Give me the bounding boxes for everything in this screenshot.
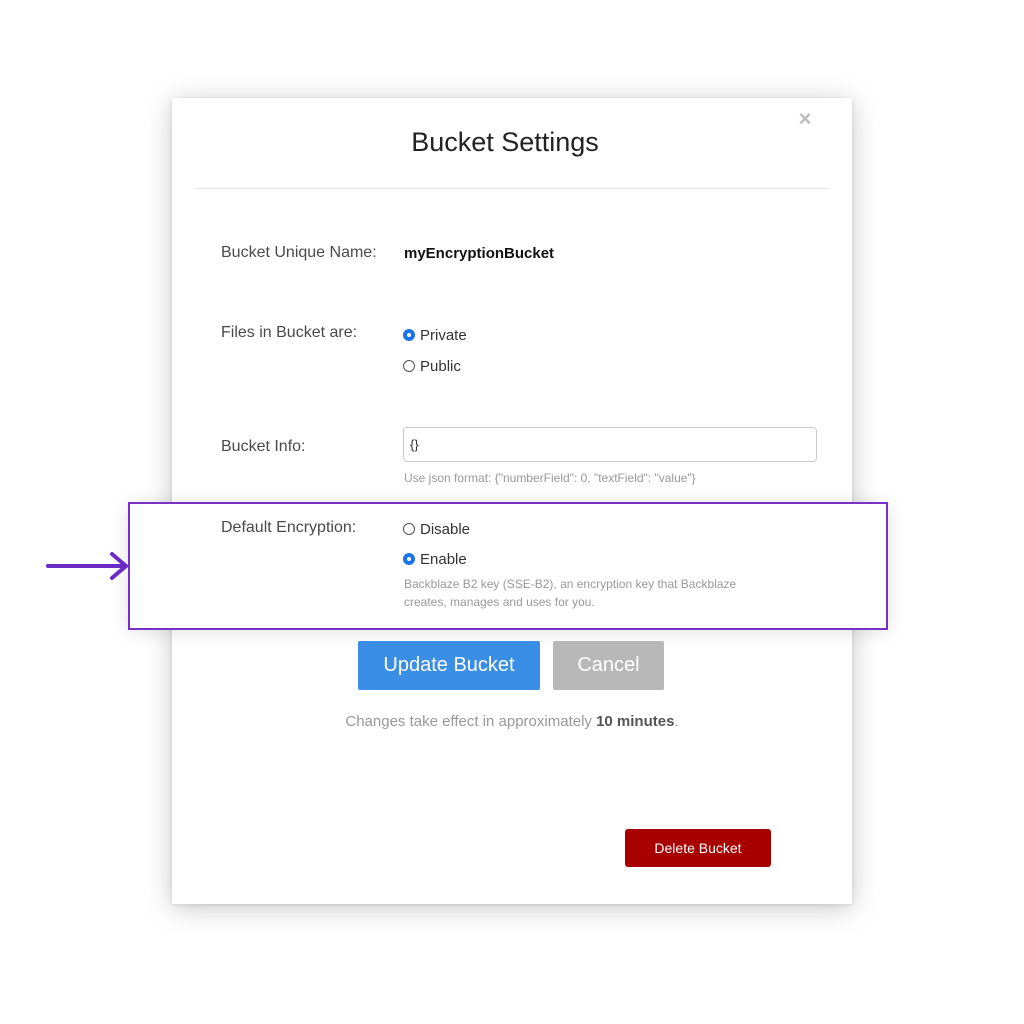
cancel-button[interactable]: Cancel (553, 641, 664, 690)
bucket-info-input[interactable]: {} (403, 427, 817, 462)
encryption-help-line2: creates, manages and uses for you. (404, 595, 595, 609)
radio-public-label: Public (420, 357, 461, 375)
files-visibility-label: Files in Bucket are: (221, 324, 358, 341)
radio-private-label: Private (420, 326, 467, 344)
radio-enable-label: Enable (420, 550, 467, 568)
radio-encryption-enable[interactable]: Enable (403, 549, 467, 569)
arrow-right-icon (46, 552, 128, 580)
effect-note-prefix: Changes take effect in approximately (345, 713, 597, 730)
default-encryption-label: Default Encryption: (221, 519, 357, 536)
delete-bucket-button[interactable]: Delete Bucket (625, 829, 771, 867)
radio-disable-label: Disable (420, 520, 471, 538)
effect-note-duration: 10 minutes (596, 713, 675, 730)
radio-public-indicator[interactable] (403, 360, 415, 372)
bucket-name-label: Bucket Unique Name: (221, 244, 377, 261)
radio-private-indicator[interactable] (403, 329, 415, 341)
radio-public[interactable]: Public (403, 356, 461, 376)
bucket-info-help: Use json format: {"numberField": 0, "tex… (404, 471, 696, 485)
bucket-info-label: Bucket Info: (221, 438, 306, 455)
bucket-name-value: myEncryptionBucket (404, 245, 555, 262)
effect-note-suffix: . (674, 713, 679, 730)
title-divider (195, 188, 829, 189)
dialog-title: Bucket Settings (411, 127, 599, 157)
radio-encryption-disable[interactable]: Disable (403, 519, 470, 539)
effect-note: Changes take effect in approximately 10 … (172, 712, 852, 732)
radio-private[interactable]: Private (403, 325, 467, 345)
update-bucket-button[interactable]: Update Bucket (358, 641, 540, 690)
radio-enable-indicator[interactable] (403, 553, 415, 565)
bucket-settings-dialog (172, 98, 852, 904)
radio-disable-indicator[interactable] (403, 523, 415, 535)
encryption-help-line1: Backblaze B2 key (SSE-B2), an encryption… (404, 577, 737, 591)
